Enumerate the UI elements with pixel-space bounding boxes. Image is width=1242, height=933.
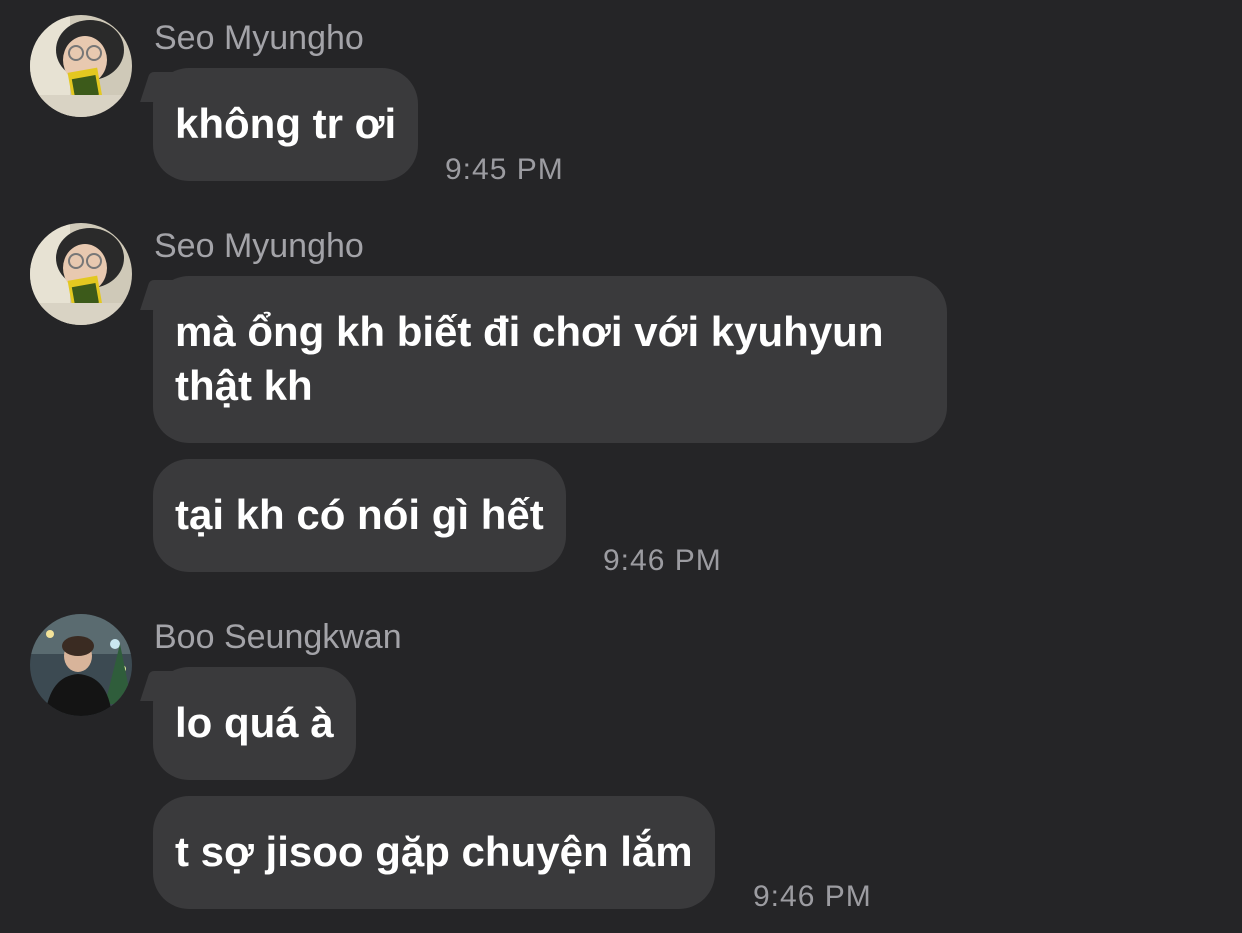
avatar-boo-seungkwan[interactable] <box>30 614 132 716</box>
avatar-seo-myungho[interactable] <box>30 223 132 325</box>
sender-name: Seo Myungho <box>154 19 364 57</box>
message-bubble[interactable]: t sợ jisoo gặp chuyện lắm <box>153 796 715 909</box>
message-text: tại kh có nói gì hết <box>175 491 544 538</box>
chat-transcript: Seo Myungho không tr ơi 9:45 PM Seo Myun… <box>0 0 1242 933</box>
message-text: t sợ jisoo gặp chuyện lắm <box>175 828 693 875</box>
avatar-seo-myungho[interactable] <box>30 15 132 117</box>
message-bubble[interactable]: mà ổng kh biết đi chơi với kyuhyun thật … <box>153 276 947 443</box>
message-text-line-2: thật kh <box>175 362 313 409</box>
message-timestamp: 9:46 PM <box>753 880 872 913</box>
message-bubble[interactable]: tại kh có nói gì hết <box>153 459 566 572</box>
message-timestamp: 9:45 PM <box>445 153 564 186</box>
message-text-line-1: mà ổng kh biết đi chơi với kyuhyun <box>175 308 884 355</box>
message-bubble[interactable]: không tr ơi <box>153 68 419 181</box>
message-bubble[interactable]: lo quá à <box>153 667 356 780</box>
message-text: không tr ơi <box>175 100 397 147</box>
sender-name: Boo Seungkwan <box>154 618 402 656</box>
message-text: lo quá à <box>175 699 334 746</box>
sender-name: Seo Myungho <box>154 227 364 265</box>
message-timestamp: 9:46 PM <box>603 544 722 577</box>
